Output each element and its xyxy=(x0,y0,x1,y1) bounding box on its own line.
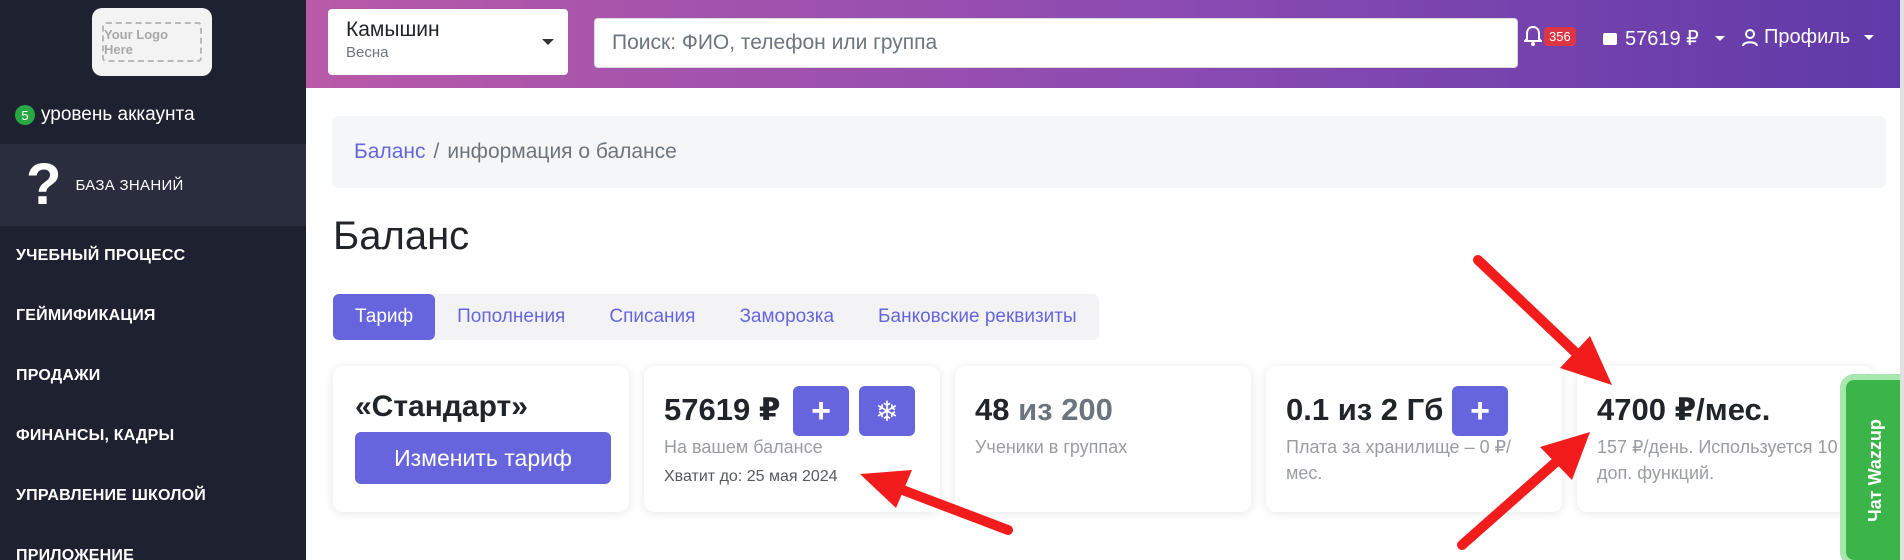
chevron-down-icon xyxy=(1714,36,1725,41)
tab-bank-details[interactable]: Банковские реквизиты xyxy=(856,294,1099,340)
chat-widget-button[interactable]: Чат Wazzup xyxy=(1846,380,1904,560)
breadcrumb-separator: / xyxy=(433,140,440,163)
snowflake-icon: ❄ xyxy=(875,395,899,427)
chat-label: Чат Wazzup xyxy=(1864,418,1885,522)
logo-placeholder: Your Logo Here xyxy=(102,22,202,62)
monthly-value: 4700 ₽/мес. xyxy=(1597,392,1771,427)
tab-charges[interactable]: Списания xyxy=(587,294,717,340)
freeze-button[interactable]: ❄ xyxy=(859,386,915,436)
plan-card: «Стандарт» Изменить тариф xyxy=(333,366,629,512)
plan-name: «Стандарт» xyxy=(355,390,528,423)
topbar: Камышин Весна 356 57619 ₽ Профиль xyxy=(306,0,1904,88)
storage-label: Плата за хранилище – 0 ₽/мес. xyxy=(1286,437,1512,484)
breadcrumb-link-balance[interactable]: Баланс xyxy=(354,140,426,164)
sidebar-item-school-management[interactable]: УПРАВЛЕНИЕ ШКОЛОЙ xyxy=(16,466,206,526)
tab-freeze[interactable]: Заморозка xyxy=(717,294,856,340)
question-icon: ? xyxy=(26,152,62,217)
sidebar-item-gamification[interactable]: ГЕЙМИФИКАЦИЯ xyxy=(16,286,206,346)
sidebar-item-knowledge-base[interactable]: ? БАЗА ЗНАНИЙ xyxy=(0,144,306,226)
plus-icon: + xyxy=(811,391,831,430)
logo[interactable]: Your Logo Here xyxy=(92,8,212,76)
user-icon xyxy=(1742,28,1758,46)
balance-label: На вашем балансе xyxy=(664,437,823,457)
school-season: Весна xyxy=(346,44,389,61)
balance-dropdown[interactable]: 57619 ₽ xyxy=(1603,26,1725,51)
students-count: 48 из 200 xyxy=(975,392,1113,427)
students-total: из 200 xyxy=(1018,392,1113,427)
bell-icon xyxy=(1524,26,1542,46)
wallet-icon xyxy=(1603,32,1617,45)
students-label: Ученики в группах xyxy=(975,437,1128,457)
sidebar-nav: УЧЕБНЫЙ ПРОЦЕСС ГЕЙМИФИКАЦИЯ ПРОДАЖИ ФИН… xyxy=(16,226,206,560)
add-funds-button[interactable]: + xyxy=(793,386,849,436)
notification-count-badge: 356 xyxy=(1544,26,1576,46)
tabs: Тариф Пополнения Списания Заморозка Банк… xyxy=(333,294,1099,340)
notifications-button[interactable]: 356 xyxy=(1524,26,1576,46)
profile-dropdown[interactable]: Профиль xyxy=(1742,26,1875,49)
scrollbar[interactable] xyxy=(1900,0,1904,560)
sidebar-item-sales[interactable]: ПРОДАЖИ xyxy=(16,346,206,406)
page-title: Баланс xyxy=(333,214,470,258)
storage-card: 0.1 из 2 Гб Плата за хранилище – 0 ₽/мес… xyxy=(1266,366,1562,512)
balance-amount: 57619 ₽ xyxy=(1625,28,1699,50)
monthly-label: 157 ₽/день. Используется 10 доп. функций… xyxy=(1597,437,1838,484)
tab-tariff[interactable]: Тариф xyxy=(333,294,436,340)
balance-until: Хватит до: 25 мая 2024 xyxy=(664,468,838,486)
chevron-down-icon xyxy=(542,39,554,45)
sidebar: Your Logo Here 5 уровень аккаунта ? БАЗА… xyxy=(0,0,306,560)
balance-card: 57619 ₽ На вашем балансе Хватит до: 25 м… xyxy=(644,366,940,512)
search-input[interactable] xyxy=(594,18,1518,68)
chevron-down-icon xyxy=(1864,35,1875,40)
school-name: Камышин xyxy=(346,18,440,41)
tab-topups[interactable]: Пополнения xyxy=(435,294,587,340)
sidebar-item-app[interactable]: ПРИЛОЖЕНИЕ xyxy=(16,526,206,560)
school-select[interactable]: Камышин Весна xyxy=(328,9,568,75)
profile-label: Профиль xyxy=(1764,26,1851,48)
add-storage-button[interactable]: + xyxy=(1452,386,1508,436)
breadcrumb-current: информация о балансе xyxy=(447,140,677,163)
level-badge: 5 xyxy=(15,105,35,125)
plus-icon: + xyxy=(1470,391,1490,430)
monthly-cost-card: 4700 ₽/мес. 157 ₽/день. Используется 10 … xyxy=(1577,366,1873,512)
sidebar-item-label: БАЗА ЗНАНИЙ xyxy=(75,176,184,194)
students-card: 48 из 200 Ученики в группах xyxy=(955,366,1251,512)
account-level[interactable]: 5 уровень аккаунта xyxy=(15,104,195,126)
breadcrumb: Баланс / информация о балансе xyxy=(332,116,1886,188)
sidebar-item-learning[interactable]: УЧЕБНЫЙ ПРОЦЕСС xyxy=(16,226,206,286)
change-plan-button[interactable]: Изменить тариф xyxy=(355,432,611,484)
sidebar-item-finance[interactable]: ФИНАНСЫ, КАДРЫ xyxy=(16,406,206,466)
level-label: уровень аккаунта xyxy=(41,104,195,125)
